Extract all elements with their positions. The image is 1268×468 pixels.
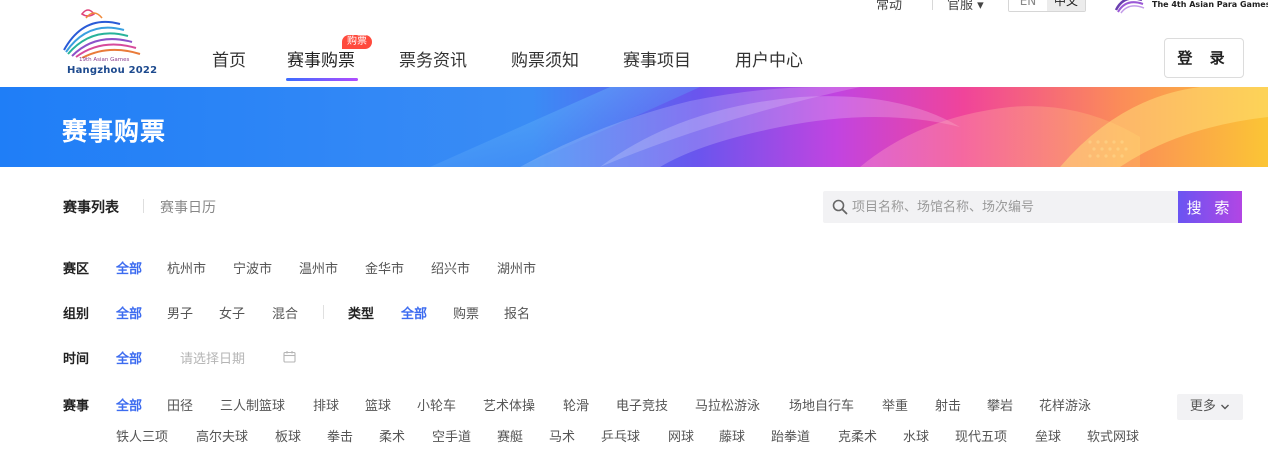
region-option[interactable]: 金华市 xyxy=(365,258,404,277)
event-option[interactable]: 现代五项 xyxy=(955,426,1007,445)
nav-badge: 购票 xyxy=(342,35,372,49)
event-option[interactable]: 花样游泳 xyxy=(1039,395,1091,414)
event-option[interactable]: 软式网球 xyxy=(1087,426,1139,445)
lang-en-button[interactable]: EN xyxy=(1009,0,1047,11)
page-title: 赛事购票 xyxy=(62,117,167,146)
nav-active-indicator xyxy=(286,78,358,81)
logo-subtitle: 19th Asian Games xyxy=(79,57,130,63)
event-option[interactable]: 小轮车 xyxy=(417,395,456,414)
event-option[interactable]: 克柔术 xyxy=(838,426,877,445)
nav-events[interactable]: 赛事项目 xyxy=(623,46,691,71)
para-games-name: The 4th Asian Para Games xyxy=(1152,0,1268,9)
event-option[interactable]: 水球 xyxy=(903,426,929,445)
event-option[interactable]: 田径 xyxy=(167,395,193,414)
calendar-icon[interactable] xyxy=(283,350,296,363)
event-option[interactable]: 跆拳道 xyxy=(771,426,810,445)
event-option[interactable]: 轮滑 xyxy=(563,395,589,414)
search-icon xyxy=(832,199,848,215)
event-option[interactable]: 铁人三项 xyxy=(116,426,168,445)
search-button[interactable]: 搜 索 xyxy=(1178,191,1242,223)
event-option[interactable]: 全部 xyxy=(116,395,142,414)
event-option[interactable]: 藤球 xyxy=(719,426,745,445)
city-link[interactable]: 常动 xyxy=(876,0,902,13)
nav-tickets[interactable]: 赛事购票 xyxy=(287,46,355,71)
time-option-all[interactable]: 全部 xyxy=(116,348,142,367)
event-option[interactable]: 举重 xyxy=(882,395,908,414)
filter-label-type: 类型 xyxy=(348,307,375,322)
tab-divider xyxy=(143,199,144,213)
filter-label-event: 赛事 xyxy=(63,399,90,414)
top-utility-bar: 常动 官服 ▾ EN 中文 xyxy=(0,0,1268,14)
more-events-button[interactable]: 更多 xyxy=(1177,394,1243,420)
event-option[interactable]: 拳击 xyxy=(327,426,353,445)
logo-title: Hangzhou 2022 xyxy=(67,65,158,76)
nav-ticket-guide[interactable]: 购票须知 xyxy=(511,46,579,71)
group-option[interactable]: 女子 xyxy=(219,303,245,322)
region-option[interactable]: 全部 xyxy=(116,258,142,277)
event-option[interactable]: 马拉松游泳 xyxy=(695,395,760,414)
lang-zh-button[interactable]: 中文 xyxy=(1047,0,1085,11)
version-dropdown[interactable]: 官服 ▾ xyxy=(947,0,984,13)
event-option[interactable]: 板球 xyxy=(275,426,301,445)
filter-label-region: 赛区 xyxy=(63,262,90,277)
event-option[interactable]: 空手道 xyxy=(432,426,471,445)
type-option[interactable]: 报名 xyxy=(504,303,530,322)
filter-divider xyxy=(323,305,324,319)
event-option[interactable]: 柔术 xyxy=(379,426,405,445)
type-option[interactable]: 全部 xyxy=(401,303,427,322)
region-option[interactable]: 绍兴市 xyxy=(431,258,470,277)
asian-games-logo-mark xyxy=(63,9,141,59)
tab-event-list[interactable]: 赛事列表 xyxy=(63,197,119,217)
tab-event-calendar[interactable]: 赛事日历 xyxy=(160,197,216,217)
more-events-label: 更多 xyxy=(1189,399,1216,414)
region-option[interactable]: 温州市 xyxy=(299,258,338,277)
filter-label-group: 组别 xyxy=(63,307,90,322)
event-option[interactable]: 排球 xyxy=(313,395,339,414)
banner-background xyxy=(0,87,1268,167)
language-switch[interactable]: EN 中文 xyxy=(1008,0,1086,12)
event-option[interactable]: 乒乓球 xyxy=(601,426,640,445)
group-option[interactable]: 男子 xyxy=(167,303,193,322)
region-option[interactable]: 杭州市 xyxy=(167,258,206,277)
nav-ticket-news[interactable]: 票务资讯 xyxy=(399,46,467,71)
event-option[interactable]: 垒球 xyxy=(1035,426,1061,445)
event-option[interactable]: 场地自行车 xyxy=(789,395,854,414)
event-option[interactable]: 篮球 xyxy=(365,395,391,414)
event-option[interactable]: 射击 xyxy=(935,395,961,414)
nav-home[interactable]: 首页 xyxy=(212,46,246,71)
event-option[interactable]: 三人制篮球 xyxy=(220,395,285,414)
chevron-down-icon xyxy=(1221,404,1230,409)
login-button[interactable]: 登 录 xyxy=(1164,38,1244,78)
event-option[interactable]: 马术 xyxy=(549,426,575,445)
event-option[interactable]: 网球 xyxy=(668,426,694,445)
filter-label-time: 时间 xyxy=(63,352,90,367)
nav-user-center[interactable]: 用户中心 xyxy=(735,46,803,71)
version-label: 官服 xyxy=(947,0,974,13)
region-option[interactable]: 湖州市 xyxy=(497,258,536,277)
region-option[interactable]: 宁波市 xyxy=(233,258,272,277)
para-games-logo xyxy=(1114,0,1145,14)
event-option[interactable]: 电子竞技 xyxy=(616,395,668,414)
event-option[interactable]: 艺术体操 xyxy=(483,395,535,414)
search-input[interactable] xyxy=(852,191,1172,223)
type-option[interactable]: 购票 xyxy=(453,303,479,322)
group-option[interactable]: 混合 xyxy=(272,303,298,322)
event-option[interactable]: 攀岩 xyxy=(987,395,1013,414)
asian-games-logo[interactable]: 19th Asian Games Hangzhou 2022 xyxy=(58,6,158,82)
utility-divider xyxy=(932,0,933,10)
group-option[interactable]: 全部 xyxy=(116,303,142,322)
event-option[interactable]: 高尔夫球 xyxy=(196,426,248,445)
event-option[interactable]: 赛艇 xyxy=(497,426,523,445)
page-banner: 赛事购票 xyxy=(0,87,1268,167)
date-picker-input[interactable]: 请选择日期 xyxy=(180,348,245,367)
